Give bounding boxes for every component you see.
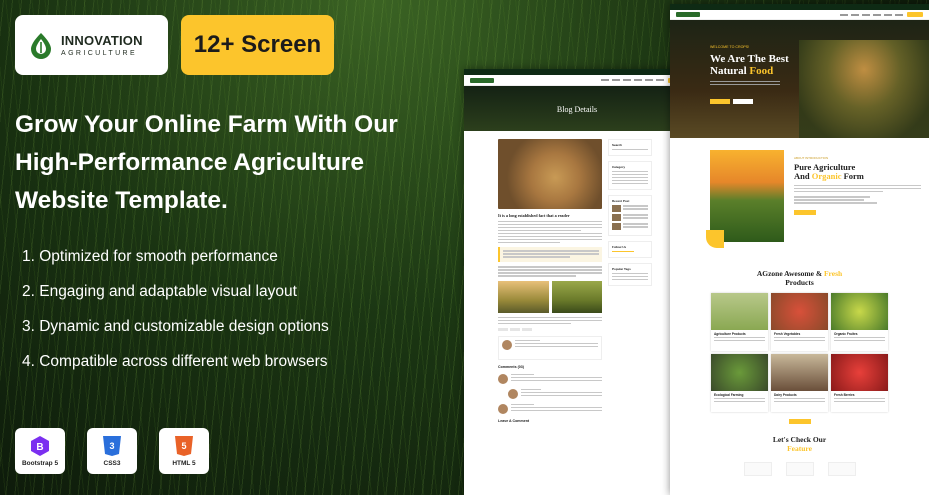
hero-buttons (710, 99, 929, 105)
comment (498, 373, 602, 384)
comments-title: Comments (03) (498, 364, 524, 369)
tech-badge-bootstrap: B Bootstrap 5 (15, 428, 65, 474)
about-kicker: ABOUT INTRODUCTION (794, 156, 829, 160)
about-title: Pure Agriculture And Organic Form (794, 162, 864, 181)
author-box (498, 335, 602, 360)
tech-badges: B Bootstrap 5 3 CSS3 5 HTML 5 (15, 428, 209, 474)
comment (508, 388, 602, 399)
mini-logo (676, 12, 700, 17)
blog-sidebar: Search Category Recent Post Follow Us Po… (608, 139, 652, 426)
svg-text:B: B (36, 442, 43, 453)
product-card[interactable]: Organic Fruites (831, 293, 888, 351)
feature-item: 2. Engaging and adaptable visual layout (22, 283, 297, 300)
brand-name: INNOVATION (61, 32, 143, 48)
mini-nav-links (704, 13, 903, 16)
hero-title: We Are The Best Natural Food (710, 53, 789, 77)
html5-icon: 5 (175, 436, 193, 456)
about-section: ABOUT INTRODUCTION Pure Agriculture And O… (670, 138, 929, 260)
product-card[interactable]: Dairy Products (771, 354, 828, 412)
sidebar-title: Category (612, 164, 626, 169)
blog-image (498, 139, 602, 209)
blog-post-title: It is a long established fact that a rea… (498, 213, 570, 218)
feature-list: 1. Optimized for smooth performance 2. E… (22, 246, 329, 386)
product-grid: Agriculture Products Fresh Vegetables Or… (670, 293, 929, 412)
product-card[interactable]: Fresh Vegetables (771, 293, 828, 351)
blog-main: It is a long established fact that a rea… (498, 139, 602, 426)
blog-page-title: Blog Details (556, 105, 598, 114)
blog-image-pair (498, 280, 602, 313)
blog-details-mockup: Blog Details It is a long established fa… (464, 69, 690, 495)
products-title: AGzone Awesome & Fresh Products (756, 269, 843, 287)
feature-icons (670, 462, 929, 476)
home-hero: WELCOME TO CROPS! We Are The Best Natural… (670, 20, 929, 138)
about-image (706, 150, 784, 248)
brand-logo: INNOVATION AGRICULTURE (15, 15, 168, 75)
svg-text:3: 3 (109, 441, 114, 451)
sidebar-title: Search (612, 143, 623, 147)
tech-label: CSS3 (103, 460, 121, 467)
svg-text:5: 5 (181, 441, 186, 451)
sidebar-title: Recent Post (612, 198, 630, 203)
mini-nav-links (498, 79, 664, 81)
tech-badge-css3: 3 CSS3 (87, 428, 137, 474)
comment (498, 403, 602, 414)
tech-badge-html5: 5 HTML 5 (159, 428, 209, 474)
tech-label: HTML 5 (172, 460, 196, 467)
feature-title: Let's Check Our Feature (772, 435, 827, 453)
products-more-button[interactable] (788, 419, 811, 424)
home-page-mockup: WELCOME TO CROPS! We Are The Best Natural… (670, 4, 929, 495)
hero-kicker: WELCOME TO CROPS! (710, 45, 750, 49)
blog-tags (498, 327, 602, 331)
leaf-drop-icon (31, 33, 51, 59)
feature-item: 4. Compatible across different web brows… (22, 353, 328, 370)
screen-count-badge: 12+ Screen (181, 15, 334, 75)
bootstrap-icon: B (31, 436, 49, 456)
brand-tagline: AGRICULTURE (61, 49, 138, 57)
leave-comment-title: Leave A Comment (498, 418, 530, 423)
sidebar-title: Popular Tags (612, 266, 631, 271)
product-card[interactable]: Fresh Berries (831, 354, 888, 412)
mini-logo (470, 77, 494, 83)
tech-label: Bootstrap 5 (21, 460, 59, 467)
avatar (502, 339, 512, 350)
mockup-navbar (670, 10, 929, 20)
mockup-navbar (464, 75, 690, 86)
sidebar-title: Follow Us (612, 244, 627, 249)
page-headline: Grow Your Online Farm With Our High-Perf… (15, 111, 398, 214)
css3-icon: 3 (103, 436, 121, 456)
feature-item: 1. Optimized for smooth performance (22, 248, 278, 265)
mini-nav-button (907, 12, 923, 17)
feature-item: 3. Dynamic and customizable design optio… (22, 318, 329, 335)
blog-hero: Blog Details (464, 86, 690, 131)
blog-quote (498, 247, 602, 263)
product-card[interactable]: Ecological Farming (711, 354, 768, 412)
product-card[interactable]: Agriculture Products (711, 293, 768, 351)
